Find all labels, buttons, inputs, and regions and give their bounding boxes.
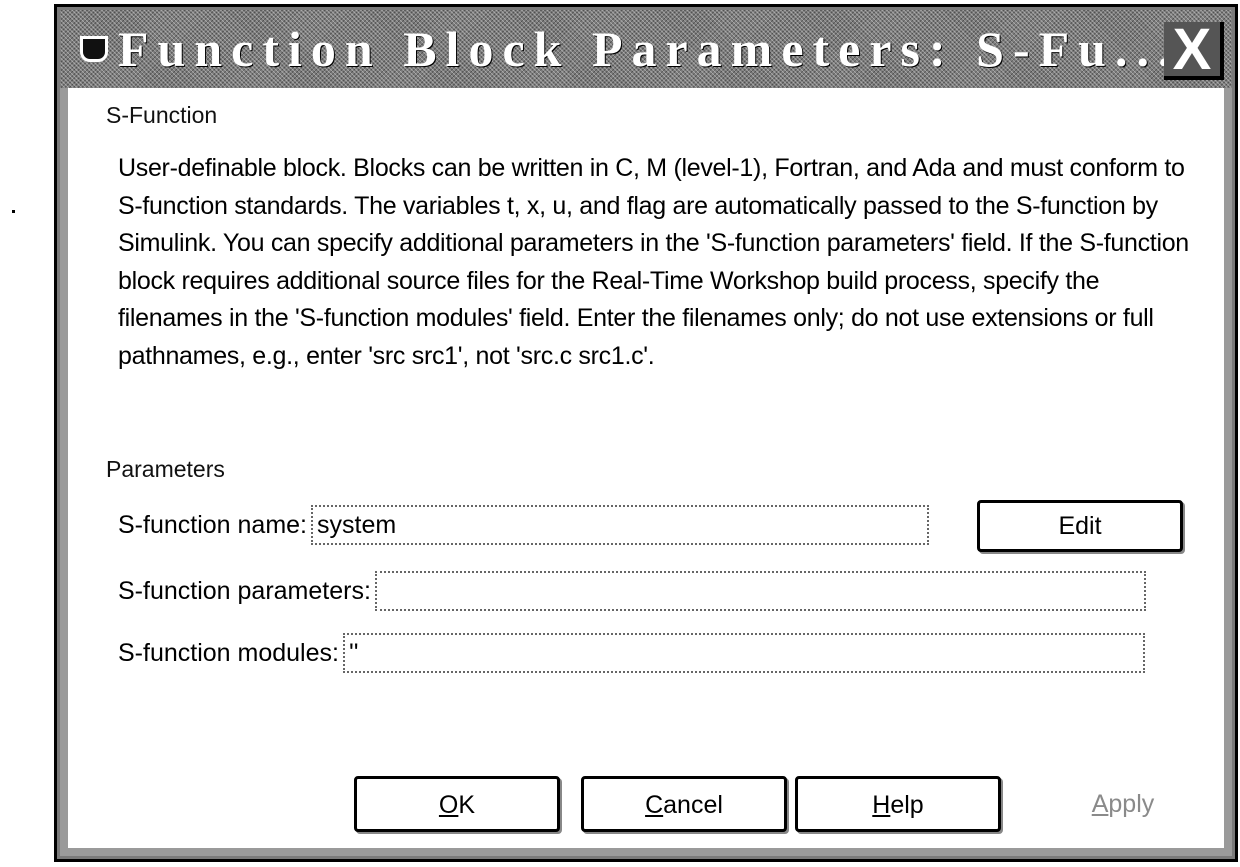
- simulink-block-icon: [80, 36, 108, 62]
- dialog-content: S-Function User-definable block. Blocks …: [60, 88, 1232, 856]
- sfunction-name-row: S-function name:: [118, 505, 929, 545]
- apply-mnemonic: A: [1091, 790, 1109, 818]
- ok-mnemonic: O: [438, 791, 459, 819]
- apply-button[interactable]: Apply: [1048, 776, 1198, 832]
- help-button[interactable]: Help: [795, 776, 1001, 832]
- window-title: Function Block Parameters: S-Fu...: [118, 21, 1180, 77]
- cancel-button[interactable]: Cancel: [581, 776, 787, 832]
- close-icon: X: [1172, 17, 1212, 82]
- edit-button[interactable]: Edit: [977, 500, 1183, 552]
- cancel-label-rest: ancel: [663, 791, 723, 819]
- dialog-window: Function Block Parameters: S-Fu... X S-F…: [54, 4, 1238, 862]
- help-label-rest: elp: [890, 791, 924, 819]
- sfunction-modules-row: S-function modules:: [118, 633, 1145, 673]
- sfunction-modules-input[interactable]: [342, 633, 1145, 673]
- apply-label-rest: pply: [1108, 790, 1155, 818]
- title-bar[interactable]: Function Block Parameters: S-Fu... X: [60, 10, 1232, 88]
- sfunction-name-input[interactable]: [311, 505, 929, 545]
- stray-dot: [12, 210, 15, 213]
- help-mnemonic: H: [872, 791, 891, 819]
- block-description: User-definable block. Blocks can be writ…: [118, 154, 1189, 370]
- sfunction-name-label: S-function name:: [118, 510, 307, 539]
- sfunction-modules-label: S-function modules:: [118, 638, 339, 667]
- ok-button[interactable]: OK: [354, 776, 560, 832]
- close-button[interactable]: X: [1164, 21, 1224, 80]
- sfunction-parameters-row: S-function parameters:: [118, 571, 1146, 611]
- parameters-group-label: Parameters: [106, 456, 225, 482]
- sfunction-parameters-label: S-function parameters:: [118, 576, 371, 605]
- cancel-mnemonic: C: [645, 791, 664, 819]
- ok-label-rest: K: [458, 791, 476, 819]
- sfunction-parameters-input[interactable]: [374, 571, 1146, 611]
- sfunction-group-label: S-Function: [106, 102, 218, 128]
